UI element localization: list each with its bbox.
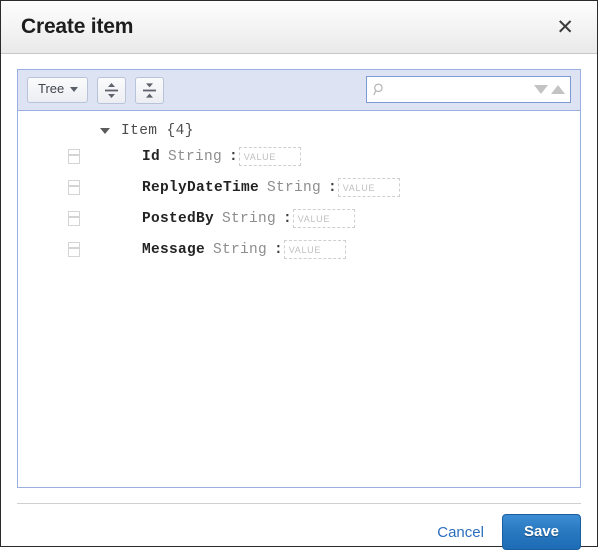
create-item-dialog: Create item ✕ Tree: [0, 0, 598, 547]
search-prev-icon[interactable]: [551, 85, 565, 94]
field-key: ReplyDateTime: [142, 180, 259, 196]
field-type: String: [222, 211, 276, 227]
search-next-icon[interactable]: [534, 85, 548, 94]
row-content: ReplyDateTime String : value: [142, 178, 400, 197]
dialog-footer: Cancel Save: [17, 503, 581, 560]
field-type: String: [213, 242, 267, 258]
search-icon: [373, 82, 387, 97]
field-value-input[interactable]: value: [338, 178, 400, 197]
row-content: PostedBy String : value: [142, 209, 355, 228]
field-key: PostedBy: [142, 211, 214, 227]
field-value-input[interactable]: value: [293, 209, 355, 228]
field-separator: :: [274, 242, 283, 258]
field-value-placeholder: value: [244, 152, 276, 162]
tree-root-label: Item {4}: [121, 123, 194, 139]
json-editor-panel: Tree: [17, 69, 581, 488]
json-tree: Item {4} Id String : value: [18, 111, 580, 487]
table-row[interactable]: PostedBy String : value: [18, 203, 580, 234]
field-separator: :: [328, 180, 337, 196]
field-key: Message: [142, 242, 205, 258]
triangle-down-icon[interactable]: [100, 128, 110, 134]
editor-toolbar: Tree: [18, 70, 580, 111]
page-title: Create item: [21, 15, 133, 39]
field-icon: [68, 211, 80, 226]
field-value-input[interactable]: value: [284, 240, 346, 259]
table-row[interactable]: Message String : value: [18, 234, 580, 265]
close-icon[interactable]: ✕: [552, 15, 578, 40]
field-value-placeholder: value: [289, 245, 321, 255]
dialog-header: Create item ✕: [1, 1, 597, 54]
expand-all-button[interactable]: [97, 77, 126, 104]
field-icon: [68, 242, 80, 257]
view-mode-dropdown[interactable]: Tree: [27, 77, 88, 103]
field-type: String: [267, 180, 321, 196]
field-value-placeholder: value: [343, 183, 375, 193]
field-value-placeholder: value: [298, 214, 330, 224]
collapse-all-icon: [142, 82, 157, 99]
tree-root-node[interactable]: Item {4}: [18, 120, 580, 141]
field-separator: :: [229, 149, 238, 165]
table-row[interactable]: Id String : value: [18, 141, 580, 172]
expand-all-icon: [104, 82, 119, 99]
field-separator: :: [283, 211, 292, 227]
dialog-body: Tree: [1, 54, 597, 488]
cancel-button[interactable]: Cancel: [435, 520, 486, 545]
field-value-input[interactable]: value: [239, 147, 301, 166]
table-row[interactable]: ReplyDateTime String : value: [18, 172, 580, 203]
search-input[interactable]: [391, 82, 535, 98]
search-nav: [534, 85, 565, 94]
chevron-down-icon: [70, 87, 78, 92]
field-icon: [68, 180, 80, 195]
search-box[interactable]: [366, 76, 571, 103]
field-key: Id: [142, 149, 160, 165]
view-mode-label: Tree: [38, 82, 64, 97]
row-content: Message String : value: [142, 240, 346, 259]
field-icon: [68, 149, 80, 164]
field-type: String: [168, 149, 222, 165]
save-button[interactable]: Save: [502, 514, 581, 550]
row-content: Id String : value: [142, 147, 301, 166]
collapse-all-button[interactable]: [135, 77, 164, 104]
